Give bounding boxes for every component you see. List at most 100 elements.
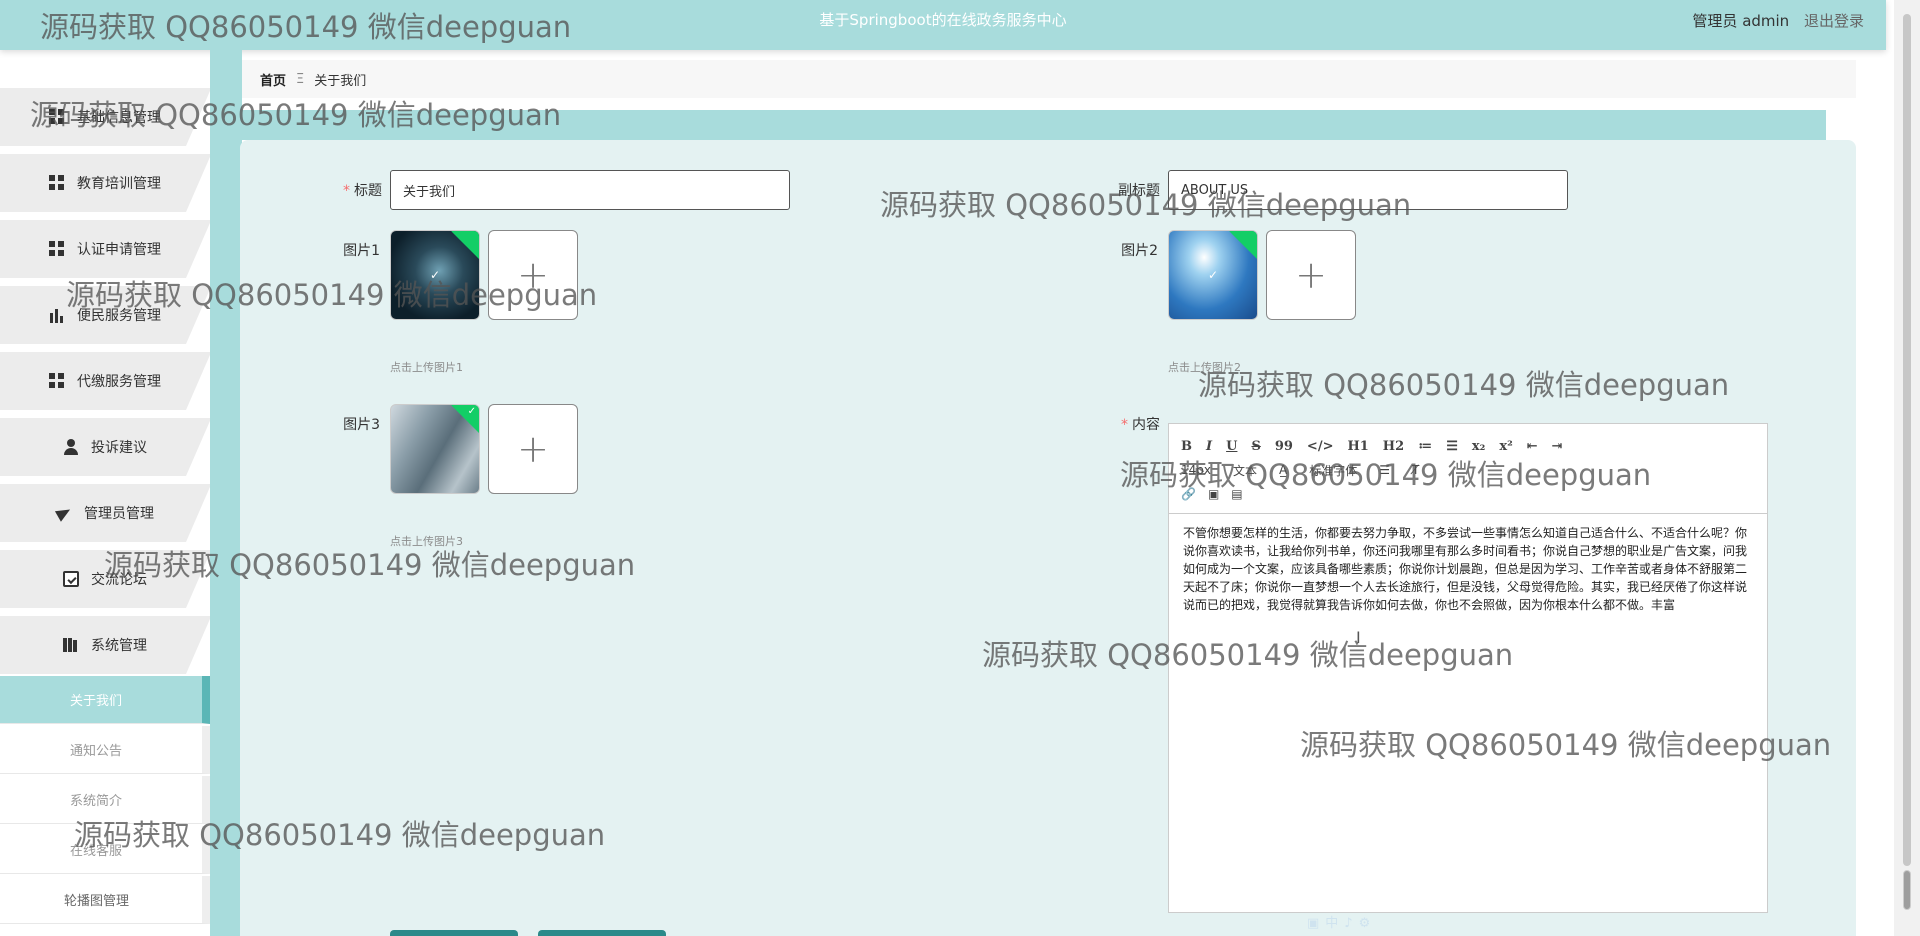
title-label: * 标题 <box>343 183 382 199</box>
image-icon[interactable]: ▣ <box>1208 487 1219 501</box>
upload-success-corner <box>1229 231 1257 260</box>
paper-plane-icon <box>56 505 72 521</box>
color-picker-icon[interactable]: A̲ <box>1279 463 1287 477</box>
scrollbar-thumb[interactable] <box>1903 870 1911 910</box>
toolbar-row-style: 14px 文本 A̲ 标准字体 ☰ T̸ <box>1181 458 1755 482</box>
sidebar-item-label: 便民服务管理 <box>77 308 161 324</box>
sidebar-item-label: 基础信息管理 <box>77 110 161 126</box>
image2-label: 图片2 <box>1121 243 1158 259</box>
grid-icon <box>49 175 65 191</box>
vertical-scrollbar[interactable] <box>1894 0 1920 936</box>
bullet-list-button[interactable]: ☰ <box>1446 439 1458 454</box>
image3-thumbnail[interactable]: ✓ <box>390 404 480 494</box>
editor-content[interactable]: 不管你想要怎样的生活，你都要去努力争取，不多尝试一些事情怎么知道自己适合什么、不… <box>1183 524 1753 614</box>
header1-button[interactable]: H1 <box>1347 439 1368 454</box>
user-label: 管理员 admin <box>1692 12 1790 30</box>
breadcrumb-separator: Ξ <box>296 71 305 87</box>
cancel-button[interactable] <box>538 930 666 936</box>
font-size-select[interactable]: 14px <box>1181 463 1211 477</box>
sidebar-item-payment-service[interactable]: 代缴服务管理 <box>0 352 210 410</box>
content-band <box>242 110 1826 140</box>
indent-button[interactable]: ⇥ <box>1552 439 1563 454</box>
sidebar-item-basic-info[interactable]: 基础信息管理 <box>0 88 210 146</box>
image1-thumbnail[interactable]: ✓ <box>390 230 480 320</box>
image3-label: 图片3 <box>343 417 380 433</box>
sidebar-border-strip <box>210 50 242 936</box>
outdent-button[interactable]: ⇤ <box>1527 439 1538 454</box>
breadcrumb: 首页 Ξ 关于我们 <box>242 60 1856 98</box>
heading-select[interactable]: 文本 <box>1233 462 1257 479</box>
sidebar-item-label: 系统管理 <box>91 638 147 654</box>
image2-upload-button[interactable]: + <box>1266 230 1356 320</box>
font-family-select[interactable]: 标准字体 <box>1309 462 1357 479</box>
code-block-button[interactable]: </> <box>1307 439 1334 454</box>
image1-upload-button[interactable]: + <box>488 230 578 320</box>
clean-format-icon[interactable]: T̸ <box>1412 463 1419 477</box>
sidebar-item-system[interactable]: 系统管理 <box>0 616 210 674</box>
toolbar-row-insert: 🔗 ▣ ▤ <box>1181 482 1755 506</box>
required-mark: * <box>1121 417 1128 433</box>
ime-toolbar: ▣中♪⚙ <box>1307 912 1507 934</box>
submit-button[interactable] <box>390 930 518 936</box>
header2-button[interactable]: H2 <box>1383 439 1404 454</box>
top-header: 基于Springboot的在线政务服务中心 管理员 admin 退出登录 <box>0 0 1886 50</box>
content-label: * 内容 <box>1121 417 1160 433</box>
required-mark: * <box>343 183 350 199</box>
underline-button[interactable]: U <box>1226 439 1237 454</box>
submenu-online-support[interactable]: 在线客服 <box>0 826 210 874</box>
user-area: 管理员 admin 退出登录 <box>1692 0 1864 42</box>
image3-upload-button[interactable]: + <box>488 404 578 494</box>
superscript-button[interactable]: x² <box>1499 439 1512 454</box>
image1-label: 图片1 <box>343 243 380 259</box>
sidebar-item-admins[interactable]: 管理员管理 <box>0 484 210 542</box>
image1-hint: 点击上传图片1 <box>390 361 463 374</box>
subtitle-input[interactable] <box>1168 170 1568 210</box>
blockquote-button[interactable]: 99 <box>1275 439 1293 454</box>
bar-chart-icon <box>49 307 65 323</box>
check-icon: ✓ <box>467 406 476 417</box>
italic-button[interactable]: I <box>1206 439 1212 454</box>
sidebar: 基础信息管理 教育培训管理 认证申请管理 便民服务管理 代缴服务管理 投诉建议 … <box>0 62 210 936</box>
app-title: 基于Springboot的在线政务服务中心 <box>819 11 1067 29</box>
clipboard-check-icon <box>63 571 79 587</box>
upload-success-corner <box>451 231 479 260</box>
submenu-carousel[interactable]: 轮播图管理 <box>0 876 210 924</box>
sidebar-item-label: 代缴服务管理 <box>77 374 161 390</box>
logout-link[interactable]: 退出登录 <box>1804 12 1864 30</box>
grid-icon <box>49 241 65 257</box>
link-icon[interactable]: 🔗 <box>1181 487 1196 501</box>
rich-text-editor[interactable]: B I U S 99 </> H1 H2 ≔ ☰ x₂ x² ⇤ ⇥ 14px … <box>1168 423 1768 913</box>
user-icon <box>63 439 79 455</box>
check-icon: ✓ <box>429 268 441 282</box>
sidebar-item-forum[interactable]: 交流论坛 <box>0 550 210 608</box>
strike-button[interactable]: S <box>1251 439 1260 454</box>
sidebar-item-certification[interactable]: 认证申请管理 <box>0 220 210 278</box>
scrollbar-track[interactable] <box>1903 14 1911 866</box>
text-cursor-icon: I <box>1356 628 1361 647</box>
breadcrumb-home[interactable]: 首页 <box>260 70 286 89</box>
sidebar-item-public-service[interactable]: 便民服务管理 <box>0 286 210 344</box>
submenu-about-us[interactable]: 关于我们 <box>0 676 210 724</box>
title-input[interactable] <box>390 170 790 210</box>
breadcrumb-current: 关于我们 <box>314 73 367 89</box>
check-icon: ✓ <box>1207 268 1219 282</box>
bold-button[interactable]: B <box>1181 439 1192 454</box>
submenu-notices[interactable]: 通知公告 <box>0 726 210 774</box>
grid-icon <box>49 109 65 125</box>
books-icon <box>63 637 79 653</box>
sidebar-item-label: 交流论坛 <box>91 572 147 588</box>
ordered-list-button[interactable]: ≔ <box>1418 439 1432 454</box>
sidebar-item-label: 投诉建议 <box>91 440 147 456</box>
image2-thumbnail[interactable]: ✓ <box>1168 230 1258 320</box>
image2-hint: 点击上传图片2 <box>1168 361 1241 374</box>
subscript-button[interactable]: x₂ <box>1472 439 1485 454</box>
sidebar-item-education[interactable]: 教育培训管理 <box>0 154 210 212</box>
sidebar-item-label: 管理员管理 <box>84 506 154 522</box>
sidebar-item-complaints[interactable]: 投诉建议 <box>0 418 210 476</box>
video-icon[interactable]: ▤ <box>1231 487 1242 501</box>
align-icon[interactable]: ☰ <box>1379 463 1390 477</box>
ime-status-icons: ▣中♪⚙ <box>1307 916 1377 931</box>
image3-hint: 点击上传图片3 <box>390 535 463 548</box>
sidebar-item-label: 认证申请管理 <box>77 242 161 258</box>
submenu-system-intro[interactable]: 系统简介 <box>0 776 210 824</box>
